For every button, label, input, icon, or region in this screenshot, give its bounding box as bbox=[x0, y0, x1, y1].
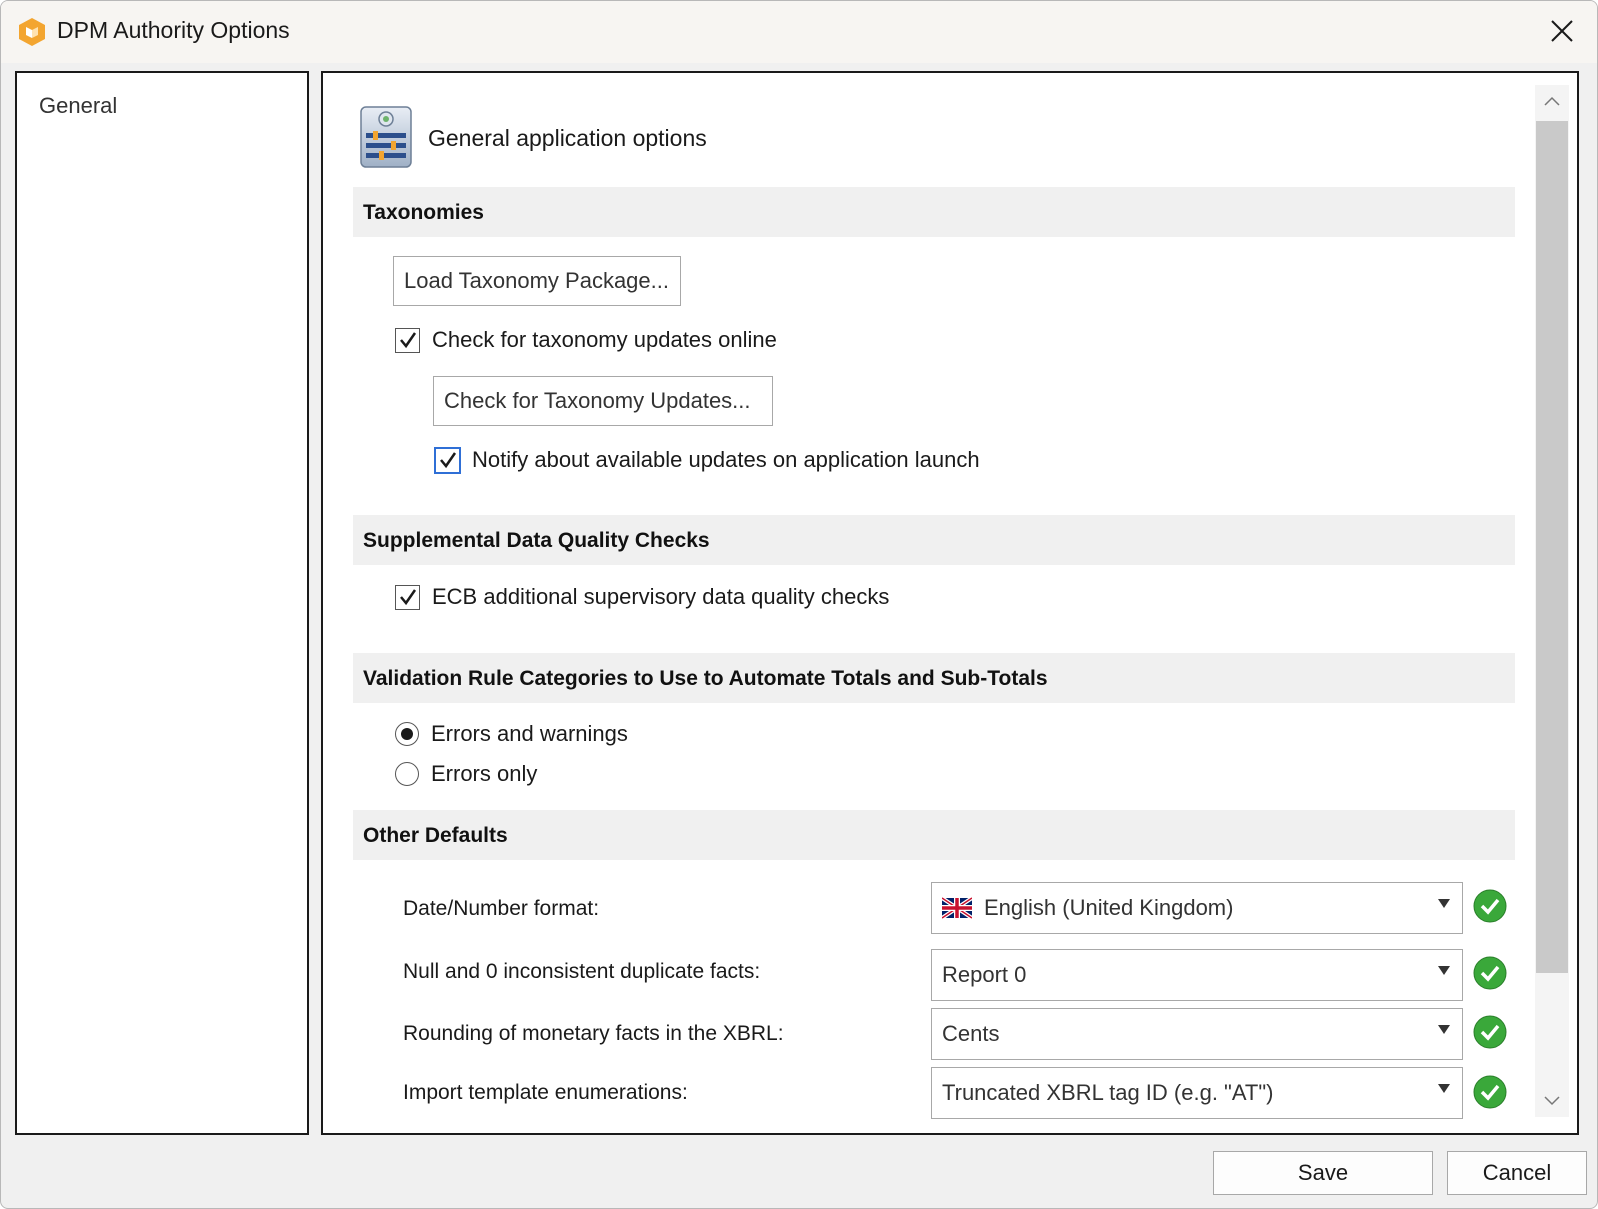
radio-errors-only-button[interactable] bbox=[395, 762, 419, 786]
import-enumerations-select[interactable]: Truncated XBRL tag ID (e.g. "AT") bbox=[931, 1067, 1463, 1119]
settings-sliders-icon bbox=[360, 106, 412, 168]
cancel-button[interactable]: Cancel bbox=[1447, 1151, 1587, 1195]
nav-item-general[interactable]: General bbox=[39, 93, 117, 119]
radio-errors-and-warnings-label: Errors and warnings bbox=[431, 721, 628, 746]
notify-updates-checkbox[interactable] bbox=[434, 446, 461, 474]
check-updates-online-checkbox[interactable] bbox=[395, 327, 420, 353]
ecb-checks-checkbox[interactable] bbox=[395, 584, 420, 610]
save-button[interactable]: Save bbox=[1213, 1151, 1433, 1195]
radio-errors-only-label: Errors only bbox=[431, 761, 538, 786]
checkmark-icon bbox=[399, 589, 416, 606]
radio-errors-and-warnings[interactable]: Errors and warnings bbox=[395, 721, 628, 747]
chevron-down-icon bbox=[1438, 966, 1450, 975]
content-panel: General application options Taxonomies L… bbox=[321, 71, 1579, 1135]
ok-check-icon bbox=[1473, 1075, 1507, 1109]
ecb-checks-label: ECB additional supervisory data quality … bbox=[432, 584, 890, 609]
section-quality-checks: Supplemental Data Quality Checks bbox=[353, 515, 1515, 565]
rounding-monetary-value: Cents bbox=[942, 1021, 1000, 1046]
checkmark-icon bbox=[439, 452, 456, 469]
rounding-monetary-label: Rounding of monetary facts in the XBRL: bbox=[403, 1022, 784, 1045]
chevron-down-icon bbox=[1438, 1084, 1450, 1093]
radio-errors-and-warnings-button[interactable] bbox=[395, 722, 419, 746]
scroll-thumb[interactable] bbox=[1536, 121, 1568, 973]
options-dialog: DPM Authority Options General General ap… bbox=[0, 0, 1598, 1209]
page-title: General application options bbox=[428, 125, 707, 151]
nav-panel: General bbox=[15, 71, 309, 1135]
chevron-down-icon bbox=[1438, 1025, 1450, 1034]
close-button[interactable] bbox=[1541, 11, 1583, 51]
chevron-down-icon bbox=[1438, 899, 1450, 908]
section-taxonomies: Taxonomies bbox=[353, 187, 1515, 237]
chevron-up-icon bbox=[1544, 96, 1560, 106]
section-validation-rules: Validation Rule Categories to Use to Aut… bbox=[353, 653, 1515, 703]
title-bar: DPM Authority Options bbox=[1, 1, 1597, 63]
check-updates-online-option[interactable]: Check for taxonomy updates online bbox=[395, 327, 777, 353]
notify-updates-option[interactable]: Notify about available updates on applic… bbox=[434, 446, 980, 474]
checkmark-icon bbox=[399, 332, 416, 349]
close-icon bbox=[1551, 20, 1573, 42]
scroll-up-button[interactable] bbox=[1535, 85, 1569, 117]
null-zero-duplicates-select[interactable]: Report 0 bbox=[931, 949, 1463, 1001]
uk-flag-icon bbox=[942, 897, 972, 919]
window-title: DPM Authority Options bbox=[57, 17, 290, 43]
radio-errors-only[interactable]: Errors only bbox=[395, 761, 537, 787]
null-zero-duplicates-value: Report 0 bbox=[942, 962, 1027, 987]
check-updates-online-label: Check for taxonomy updates online bbox=[432, 327, 777, 352]
options-scroll-area: General application options Taxonomies L… bbox=[323, 73, 1533, 1125]
date-number-format-label: Date/Number format: bbox=[403, 897, 600, 920]
date-number-format-value: English (United Kingdom) bbox=[984, 895, 1234, 920]
scroll-down-button[interactable] bbox=[1535, 1085, 1569, 1117]
load-taxonomy-package-button[interactable]: Load Taxonomy Package... bbox=[393, 256, 681, 306]
import-enumerations-value: Truncated XBRL tag ID (e.g. "AT") bbox=[942, 1080, 1274, 1105]
altova-app-icon bbox=[19, 18, 45, 46]
date-number-format-select[interactable]: English (United Kingdom) bbox=[931, 882, 1463, 934]
import-enumerations-label: Import template enumerations: bbox=[403, 1081, 688, 1104]
section-other-defaults: Other Defaults bbox=[353, 810, 1515, 860]
ok-check-icon bbox=[1473, 1015, 1507, 1049]
chevron-down-icon bbox=[1544, 1096, 1560, 1106]
ok-check-icon bbox=[1473, 889, 1507, 923]
null-zero-duplicates-label: Null and 0 inconsistent duplicate facts: bbox=[403, 960, 761, 983]
check-taxonomy-updates-button[interactable]: Check for Taxonomy Updates... bbox=[433, 376, 773, 426]
rounding-monetary-select[interactable]: Cents bbox=[931, 1008, 1463, 1060]
ok-check-icon bbox=[1473, 956, 1507, 990]
ecb-checks-option[interactable]: ECB additional supervisory data quality … bbox=[395, 584, 889, 610]
vertical-scrollbar[interactable] bbox=[1535, 85, 1569, 1117]
notify-updates-label: Notify about available updates on applic… bbox=[472, 447, 980, 472]
